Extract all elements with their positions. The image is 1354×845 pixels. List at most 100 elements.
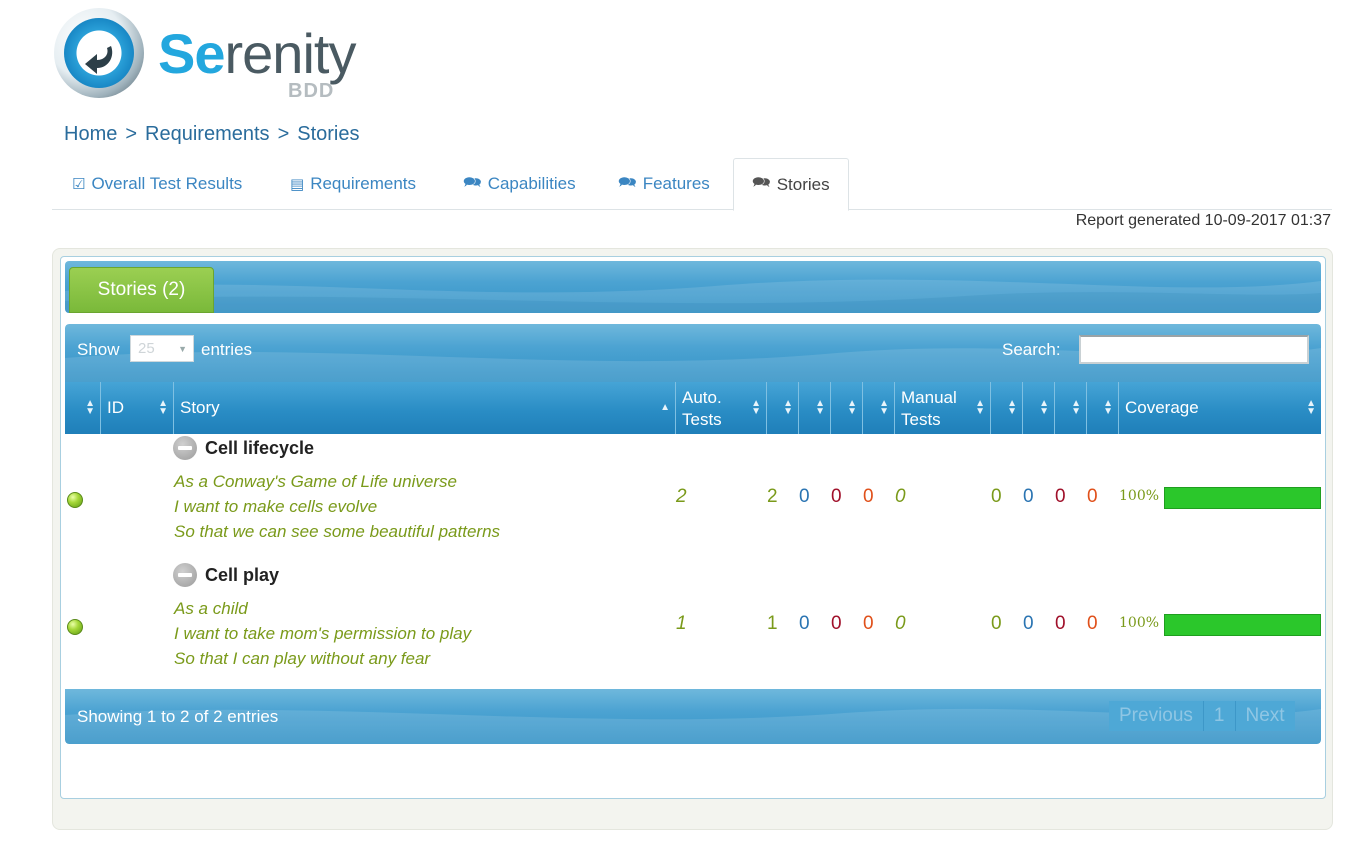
sort-icon: ▲ ▼ — [1039, 398, 1049, 417]
table-footer: Showing 1 to 2 of 2 entries Previous 1 N… — [65, 689, 1321, 744]
success-status-icon — [67, 619, 83, 635]
coverage-percent: 100% — [1119, 488, 1160, 504]
col-coverage-header[interactable]: Coverage ▲ ▼ — [1119, 382, 1321, 434]
tab-overall-test-results[interactable]: ☑ Overall Test Results — [72, 158, 242, 210]
col-status-header[interactable]: ▲ ▼ — [65, 382, 101, 434]
comments-icon: 🗪 — [618, 173, 637, 191]
manual-skip-count: 0 — [1023, 486, 1034, 507]
col-manual-pass-header[interactable]: ▲ ▼ — [991, 382, 1023, 434]
manual-fail-count: 0 — [1055, 613, 1066, 634]
auto-error-count: 0 — [863, 613, 874, 634]
auto-skip-count: 0 — [799, 613, 810, 634]
sort-icon: ▲ ▼ — [1103, 398, 1113, 417]
col-auto-error-header[interactable]: ▲ ▼ — [863, 382, 895, 434]
table-header-row: ▲ ▼ ID ▲ ▼ Story ▲ Auto. Tests ▲ ▼ ▲ ▼ ▲… — [65, 382, 1321, 434]
breadcrumb: Home > Requirements > Stories — [64, 123, 360, 146]
comments-icon: 🗪 — [463, 173, 482, 191]
next-page-button[interactable]: Next — [1235, 701, 1295, 731]
serenity-logo[interactable]: Serenity BDD — [54, 8, 374, 102]
tab-capabilities[interactable]: 🗪 Capabilities — [463, 158, 576, 210]
table-row: Cell lifecycle As a Conway's Game of Lif… — [65, 434, 1321, 561]
search-input[interactable] — [1079, 335, 1309, 364]
sort-icon: ▲ ▼ — [879, 398, 889, 417]
show-label: Show — [77, 340, 120, 359]
col-auto-skip-header[interactable]: ▲ ▼ — [799, 382, 831, 434]
showing-entries-text: Showing 1 to 2 of 2 entries — [77, 707, 279, 726]
report-generated-text: Report generated 10-09-2017 01:37 — [1075, 212, 1331, 229]
sort-icon: ▲ ▼ — [815, 398, 825, 417]
search-label: Search: — [1002, 340, 1061, 359]
logo-emblem-icon — [54, 8, 144, 98]
col-manual-error-header[interactable]: ▲ ▼ — [1087, 382, 1119, 434]
col-id-header[interactable]: ID ▲ ▼ — [101, 382, 174, 434]
col-auto-tests-header[interactable]: Auto. Tests ▲ ▼ — [676, 382, 767, 434]
breadcrumb-separator: > — [125, 123, 138, 145]
col-story-header[interactable]: Story ▲ — [174, 382, 676, 434]
page: Serenity BDD Home > Requirements > Stories ☑… — [0, 0, 1354, 845]
col-auto-pass-header[interactable]: ▲ ▼ — [767, 382, 799, 434]
tab-features[interactable]: 🗪 Features — [618, 158, 710, 210]
manual-pass-count: 0 — [991, 613, 1002, 634]
tab-stories[interactable]: 🗪 Stories — [733, 158, 849, 211]
breadcrumb-requirements[interactable]: Requirements — [145, 123, 270, 145]
coverage-bar — [1164, 614, 1321, 636]
stories-panel-body: Stories (2) Show 25 ▼ entries Search: ▲ … — [60, 256, 1326, 799]
sort-icon: ▲ ▼ — [1071, 398, 1081, 417]
manual-tests-count[interactable]: 0 — [895, 613, 906, 635]
logo-wordmark: Serenity — [158, 22, 356, 85]
logo-subtitle: BDD — [288, 80, 335, 102]
manual-skip-count: 0 — [1023, 613, 1034, 634]
collapse-icon[interactable] — [173, 563, 197, 587]
sort-icon: ▲ ▼ — [847, 398, 857, 417]
auto-tests-count[interactable]: 1 — [676, 613, 687, 635]
sort-icon: ▲ ▼ — [158, 398, 168, 417]
comments-icon: 🗪 — [752, 174, 771, 191]
refresh-arrow-icon — [85, 32, 113, 74]
auto-fail-count: 0 — [831, 613, 842, 634]
tab-requirements[interactable]: ▤ Requirements — [290, 158, 416, 210]
col-manual-tests-header[interactable]: Manual Tests ▲ ▼ — [895, 382, 991, 434]
stories-panel: Stories (2) Show 25 ▼ entries Search: ▲ … — [52, 248, 1333, 830]
col-auto-fail-header[interactable]: ▲ ▼ — [831, 382, 863, 434]
pagination: Previous 1 Next — [1109, 701, 1295, 731]
table-controls: Show 25 ▼ entries Search: — [65, 324, 1321, 382]
sort-icon: ▲ ▼ — [85, 398, 95, 417]
col-manual-skip-header[interactable]: ▲ ▼ — [1023, 382, 1055, 434]
manual-tests-count[interactable]: 0 — [895, 486, 906, 508]
entries-label: entries — [201, 340, 253, 359]
sort-asc-icon: ▲ — [660, 402, 670, 413]
auto-error-count: 0 — [863, 486, 874, 507]
sort-icon: ▲ ▼ — [1306, 398, 1316, 417]
coverage-bar — [1164, 487, 1321, 509]
story-title[interactable]: Cell play — [173, 563, 279, 587]
breadcrumb-stories[interactable]: Stories — [297, 123, 359, 145]
auto-tests-count[interactable]: 2 — [676, 486, 687, 508]
auto-pass-count: 1 — [767, 613, 778, 634]
stories-count-tab[interactable]: Stories (2) — [69, 267, 214, 313]
entries-select[interactable]: 25 ▼ — [130, 335, 194, 362]
manual-fail-count: 0 — [1055, 486, 1066, 507]
auto-pass-count: 2 — [767, 486, 778, 507]
table-row: Cell play As a child I want to take mom'… — [65, 561, 1321, 689]
story-narrative: As a child I want to take mom's permissi… — [174, 599, 472, 668]
collapse-icon[interactable] — [173, 436, 197, 460]
manual-error-count: 0 — [1087, 613, 1098, 634]
book-icon: ▤ — [290, 176, 305, 193]
sort-icon: ▲ ▼ — [975, 398, 985, 417]
manual-pass-count: 0 — [991, 486, 1002, 507]
story-title[interactable]: Cell lifecycle — [173, 436, 314, 460]
manual-error-count: 0 — [1087, 486, 1098, 507]
check-square-icon: ☑ — [72, 176, 86, 193]
auto-skip-count: 0 — [799, 486, 810, 507]
previous-page-button[interactable]: Previous — [1109, 701, 1204, 731]
breadcrumb-home[interactable]: Home — [64, 123, 117, 145]
sort-icon: ▲ ▼ — [1007, 398, 1017, 417]
col-manual-fail-header[interactable]: ▲ ▼ — [1055, 382, 1087, 434]
coverage-percent: 100% — [1119, 615, 1160, 631]
page-1-button[interactable]: 1 — [1203, 701, 1236, 731]
auto-fail-count: 0 — [831, 486, 842, 507]
nav-tabs: ☑ Overall Test Results ▤ Requirements 🗪 Cap… — [52, 158, 1332, 211]
success-status-icon — [67, 492, 83, 508]
stories-table: Show 25 ▼ entries Search: ▲ ▼ ID ▲ ▼ Sto… — [65, 324, 1321, 744]
sort-icon: ▲ ▼ — [783, 398, 793, 417]
